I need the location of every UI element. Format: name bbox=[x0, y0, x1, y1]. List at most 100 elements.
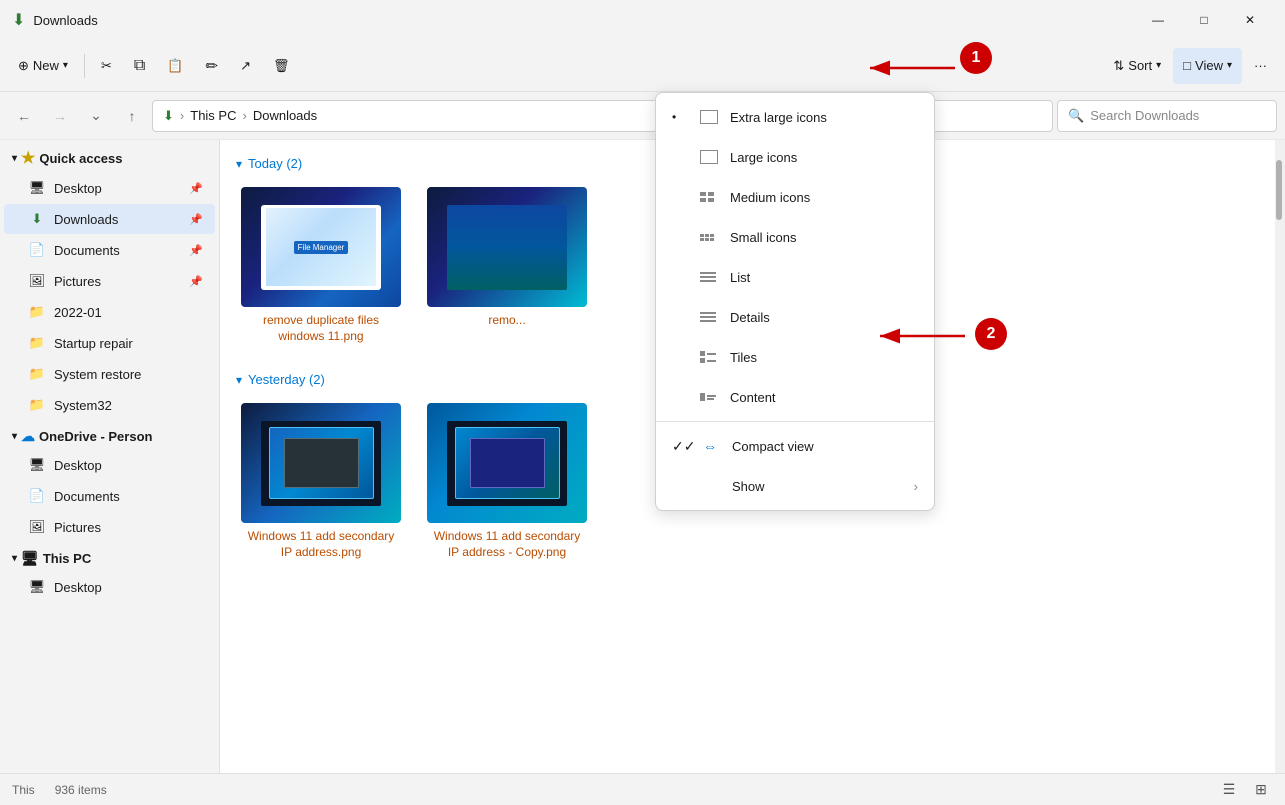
status-bar: This 936 items ☰ ⊞ bbox=[0, 773, 1285, 805]
pin-icon-4: 📌 bbox=[189, 275, 203, 288]
sidebar-item-documents-qa[interactable]: 📄 Documents 📌 bbox=[4, 235, 215, 265]
file-item-1[interactable]: File Manager remove duplicate files wind… bbox=[236, 183, 406, 348]
sidebar-item-label: Startup repair bbox=[54, 336, 133, 351]
details-view-icon: ☰ bbox=[1223, 781, 1236, 798]
sidebar-item-startup[interactable]: 📁 Startup repair bbox=[4, 328, 215, 358]
menu-item-tiles[interactable]: Tiles bbox=[656, 337, 934, 377]
sidebar-item-documents-od[interactable]: 📄 Documents bbox=[4, 481, 215, 511]
close-button[interactable]: ✕ bbox=[1227, 4, 1273, 36]
menu-item-list[interactable]: List bbox=[656, 257, 934, 297]
annotation-2: 2 bbox=[975, 318, 1007, 350]
view-label: View bbox=[1195, 58, 1223, 73]
sort-button[interactable]: ⇅ Sort ▾ bbox=[1103, 48, 1171, 84]
file-item-4[interactable]: Windows 11 add secondary IP address - Co… bbox=[422, 399, 592, 564]
copy-button[interactable]: ⧉ bbox=[124, 48, 155, 84]
rename-button[interactable]: ✏ bbox=[195, 48, 228, 84]
sidebar-item-label: Documents bbox=[54, 243, 120, 258]
paste-button[interactable]: 📋 bbox=[157, 48, 193, 84]
share-icon: ↗ bbox=[240, 58, 251, 74]
share-button[interactable]: ↗ bbox=[230, 48, 261, 84]
sidebar-item-system32[interactable]: 📁 System32 bbox=[4, 390, 215, 420]
file-thumb-4 bbox=[427, 403, 587, 523]
sidebar-item-label: System32 bbox=[54, 398, 112, 413]
delete-button[interactable]: 🗑 bbox=[263, 48, 300, 84]
sidebar-item-label: Desktop bbox=[54, 580, 102, 595]
scrollbar-thumb bbox=[1276, 160, 1282, 220]
new-chevron-icon: ▾ bbox=[63, 60, 68, 71]
list-label: List bbox=[730, 270, 750, 285]
back-button[interactable]: ← bbox=[8, 100, 40, 132]
address-thispc: This PC bbox=[190, 108, 236, 123]
up-button[interactable]: ↑ bbox=[116, 100, 148, 132]
menu-item-small-icons[interactable]: Small icons bbox=[656, 217, 934, 257]
menu-item-content[interactable]: Content bbox=[656, 377, 934, 417]
extra-large-icons-icon bbox=[700, 110, 718, 124]
onedrive-icon: ☁ bbox=[21, 428, 35, 445]
more-button[interactable]: ··· bbox=[1244, 48, 1277, 84]
window-controls: — □ ✕ bbox=[1135, 4, 1273, 36]
sidebar-item-pictures-qa[interactable]: 🖼 Pictures 📌 bbox=[4, 266, 215, 296]
view-button[interactable]: □ View ▾ bbox=[1173, 48, 1242, 84]
status-large-icons-view-button[interactable]: ⊞ bbox=[1249, 778, 1273, 802]
list-icon bbox=[700, 272, 718, 282]
sidebar-item-desktop-od[interactable]: 🖥 Desktop bbox=[4, 450, 215, 480]
sidebar-item-desktop-pc[interactable]: 🖥 Desktop bbox=[4, 572, 215, 602]
menu-item-large-icons[interactable]: Large icons bbox=[656, 137, 934, 177]
sidebar-item-label: Downloads bbox=[54, 212, 118, 227]
file-name-3: Windows 11 add secondary IP address.png bbox=[241, 529, 401, 560]
menu-item-compact-view[interactable]: ✓ ⇔ Compact view bbox=[656, 426, 934, 466]
sidebar-item-desktop-qa[interactable]: 🖥 Desktop 📌 bbox=[4, 173, 215, 203]
forward-button[interactable]: → bbox=[44, 100, 76, 132]
compact-view-label: Compact view bbox=[732, 439, 814, 454]
quick-access-header[interactable]: ▾ ★ Quick access bbox=[0, 144, 219, 172]
view-icon: □ bbox=[1183, 58, 1191, 73]
sort-icon: ⇅ bbox=[1113, 58, 1124, 74]
sidebar-item-downloads-qa[interactable]: ⬇ Downloads 📌 bbox=[4, 204, 215, 234]
onedrive-header[interactable]: ▾ ☁ OneDrive - Person bbox=[0, 424, 219, 449]
address-downloads: Downloads bbox=[253, 108, 317, 123]
thispc-header[interactable]: ▾ 🖥 This PC bbox=[0, 546, 219, 571]
medium-icons-icon bbox=[700, 192, 718, 202]
sidebar-item-label: Desktop bbox=[54, 181, 102, 196]
thispc-icon: 🖥 bbox=[21, 550, 39, 567]
menu-item-show[interactable]: Show › bbox=[656, 466, 934, 506]
documents-icon: 📄 bbox=[28, 242, 46, 258]
search-box[interactable]: 🔍 Search Downloads bbox=[1057, 100, 1277, 132]
file-thumb-1: File Manager bbox=[241, 187, 401, 307]
menu-item-details[interactable]: Details bbox=[656, 297, 934, 337]
today-chevron-icon: ▾ bbox=[236, 157, 242, 171]
file-item-3[interactable]: Windows 11 add secondary IP address.png bbox=[236, 399, 406, 564]
menu-item-extra-large-icons[interactable]: • Extra large icons bbox=[656, 97, 934, 137]
maximize-button[interactable]: □ bbox=[1181, 4, 1227, 36]
minimize-button[interactable]: — bbox=[1135, 4, 1181, 36]
sidebar-item-label: Documents bbox=[54, 489, 120, 504]
large-icons-icon bbox=[700, 150, 718, 164]
vertical-scrollbar[interactable] bbox=[1275, 140, 1285, 773]
status-details-view-button[interactable]: ☰ bbox=[1217, 778, 1241, 802]
pin-icon-3: 📌 bbox=[189, 244, 203, 257]
group-yesterday-label: Yesterday (2) bbox=[248, 372, 325, 387]
sidebar-item-2022[interactable]: 📁 2022-01 bbox=[4, 297, 215, 327]
sidebar-item-system-restore[interactable]: 📁 System restore bbox=[4, 359, 215, 389]
folder-icon-2: 📁 bbox=[28, 335, 46, 351]
file-item-2[interactable]: remo... bbox=[422, 183, 592, 348]
window-icon: ⬇ bbox=[12, 10, 25, 30]
sidebar: ▾ ★ Quick access 🖥 Desktop 📌 ⬇ Downloads… bbox=[0, 140, 220, 773]
desktop-od-icon: 🖥 bbox=[28, 457, 46, 473]
title-bar-left: ⬇ Downloads bbox=[12, 10, 98, 30]
search-icon: 🔍 bbox=[1068, 108, 1084, 124]
cut-button[interactable]: ✂ bbox=[91, 48, 122, 84]
this-label: This bbox=[12, 783, 35, 797]
menu-item-medium-icons[interactable]: Medium icons bbox=[656, 177, 934, 217]
sidebar-section-quick-access: ▾ ★ Quick access 🖥 Desktop 📌 ⬇ Downloads… bbox=[0, 144, 219, 420]
new-button[interactable]: ⊕ New ▾ bbox=[8, 48, 78, 84]
pictures-od-icon: 🖼 bbox=[28, 519, 46, 535]
menu-separator bbox=[656, 421, 934, 422]
details-icon bbox=[700, 312, 718, 322]
sidebar-item-pictures-od[interactable]: 🖼 Pictures bbox=[4, 512, 215, 542]
content-icon bbox=[700, 393, 718, 401]
small-icons-icon bbox=[700, 234, 718, 241]
new-label: New bbox=[33, 58, 59, 73]
recent-button[interactable]: ⌄ bbox=[80, 100, 112, 132]
folder-icon-4: 📁 bbox=[28, 397, 46, 413]
